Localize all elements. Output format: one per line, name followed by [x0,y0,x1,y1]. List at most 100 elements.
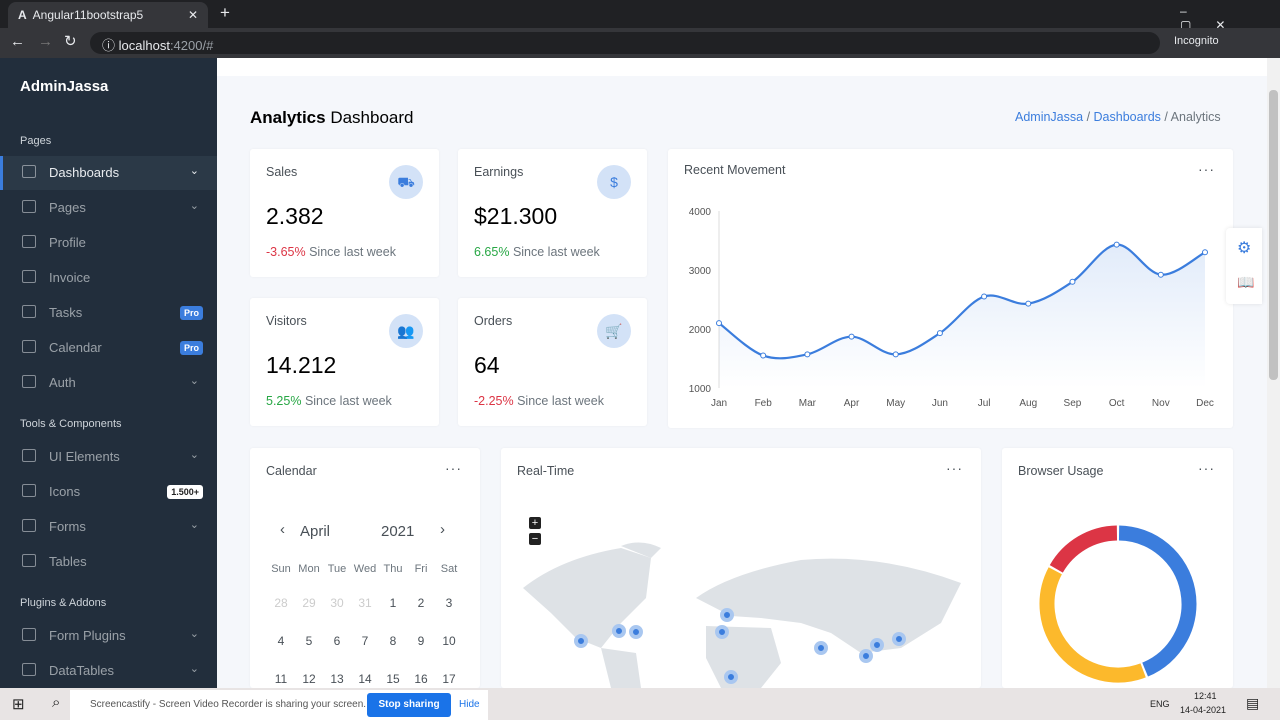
sidebar-item-label: Tasks [49,305,83,320]
calendar-month[interactable]: April [300,523,330,540]
browser-tab[interactable]: A Angular11bootstrap5 ✕ [8,2,208,28]
world-map[interactable] [501,448,981,688]
sidebar-item-label: Profile [49,235,86,250]
calendar-day[interactable]: 1 [379,584,407,622]
menu-icon [22,375,36,388]
calendar-day[interactable]: 4 [267,622,295,660]
data-point[interactable] [1157,271,1164,278]
sidebar-item-form-plugins[interactable]: Form Plugins ⌄ [0,619,217,653]
calendar-day[interactable]: 3 [435,584,463,622]
calendar-day[interactable]: 30 [323,584,351,622]
donut-slice[interactable] [1118,525,1197,677]
calendar-card: Calendar ··· ‹ April 2021 › Sun Mon Tue Wed… [250,448,480,688]
sidebar-item-forms[interactable]: Forms ⌄ [0,510,217,544]
calendar-day[interactable]: 7 [351,622,379,660]
map-marker [612,624,626,638]
clock-date[interactable]: 14-04-2021 [1180,705,1226,715]
reload-icon[interactable]: ↻ [64,32,77,50]
sidebar-item-tables[interactable]: Tables [0,545,217,579]
prev-month-icon[interactable]: ‹ [280,521,285,538]
stat-value: 2.382 [266,203,324,229]
sidebar-item-auth[interactable]: Auth ⌄ [0,366,217,400]
calendar-day[interactable]: 2 [407,584,435,622]
donut-slice[interactable] [1049,525,1118,573]
new-tab-icon[interactable]: + [220,3,230,23]
language[interactable]: ENG [1150,699,1170,709]
calendar-day[interactable]: 29 [295,584,323,622]
sidebar-item-dashboards[interactable]: Dashboards ⌄ [0,156,217,190]
more-icon[interactable]: ··· [445,460,462,476]
gear-icon[interactable]: ⚙ [1237,238,1251,258]
chevron-down-icon: ⌄ [189,375,199,387]
hide-button[interactable]: Hide [459,699,480,710]
calendar-day[interactable]: 9 [407,622,435,660]
breadcrumb-current: Analytics [1170,110,1221,124]
calendar-day[interactable]: 6 [323,622,351,660]
sidebar-item-tasks[interactable]: Tasks Pro [0,296,217,330]
scrollbar-thumb[interactable] [1269,90,1278,380]
stop-sharing-button[interactable]: Stop sharing [367,693,451,717]
stat-since: Since last week [304,394,392,408]
line-chart: 1000 2000 3000 4000 Jan Feb Mar Apr May Jun Jul Aug… [689,207,1214,409]
notifications-icon[interactable]: ▤ [1246,695,1259,712]
data-point[interactable] [848,333,855,340]
stat-change: -3.65% [266,245,306,259]
brand[interactable]: AdminJassa [20,78,108,95]
sidebar-item-pages[interactable]: Pages ⌄ [0,191,217,225]
data-point[interactable] [1202,249,1208,256]
data-point[interactable] [1113,241,1120,248]
data-point[interactable] [936,330,943,337]
badge: Pro [179,341,203,355]
data-point[interactable] [981,293,988,300]
sidebar-item-profile[interactable]: Profile [0,226,217,260]
stat-value: $21.300 [474,203,558,229]
data-point[interactable] [804,351,811,358]
stat-title: Orders [474,314,513,328]
search-icon[interactable]: ⌕ [52,694,60,711]
breadcrumb: AdminJassa / Dashboards / Analytics [1015,110,1221,124]
sidebar-item-datatables[interactable]: DataTables ⌄ [0,654,217,688]
sidebar-item-ui-elements[interactable]: UI Elements ⌄ [0,440,217,474]
stat-change-row: -3.65% Since last week [266,245,396,259]
url-input[interactable]: ⓘ localhost:4200/# [90,32,1160,54]
data-point[interactable] [1025,300,1032,307]
stat-change-row: 6.65% Since last week [474,245,600,259]
browser-tabbar: A Angular11bootstrap5 ✕ + –▢✕ [0,0,1280,32]
next-month-icon[interactable]: › [440,521,445,538]
data-point[interactable] [716,320,722,327]
data-point[interactable] [892,351,899,358]
data-point[interactable] [760,352,767,359]
chevron-down-icon: ⌄ [189,200,199,212]
windows-start-icon[interactable]: ⊞ [12,695,25,713]
data-point[interactable] [1069,278,1076,285]
sidebar-item-icons[interactable]: Icons 1.500+ [0,475,217,509]
close-tab-icon[interactable]: ✕ [188,8,198,22]
card-title: Calendar [266,464,317,478]
calendar-day[interactable]: 31 [351,584,379,622]
stat-since: Since last week [517,394,604,408]
forward-icon[interactable]: → [38,33,53,50]
calendar-day[interactable]: 8 [379,622,407,660]
chevron-down-icon: ⌄ [189,519,199,531]
sidebar-item-calendar[interactable]: Calendar Pro [0,331,217,365]
donut-slice[interactable] [1039,567,1146,683]
donut-chart [1039,525,1197,683]
users-icon: 👥 [389,314,423,348]
book-icon[interactable]: 📖 [1237,274,1254,291]
weekday-label: Sun [271,563,291,575]
calendar-day[interactable]: 5 [295,622,323,660]
calendar-day[interactable]: 28 [267,584,295,622]
sidebar-item-label: Invoice [49,270,91,285]
map-marker [814,641,828,655]
sidebar-item-invoice[interactable]: Invoice [0,261,217,295]
sidebar-item-label: Pages [49,200,86,215]
sidebar-item-label: Calendar [49,340,102,355]
incognito-label[interactable]: Incognito [1174,35,1219,47]
calendar-day[interactable]: 10 [435,622,463,660]
menu-icon [22,165,36,178]
back-icon[interactable]: ← [10,33,25,50]
clock-time[interactable]: 12:41 [1194,691,1217,701]
breadcrumb-home[interactable]: AdminJassa [1015,110,1083,124]
breadcrumb-dashboards[interactable]: Dashboards [1094,110,1161,124]
calendar-year[interactable]: 2021 [381,523,414,540]
